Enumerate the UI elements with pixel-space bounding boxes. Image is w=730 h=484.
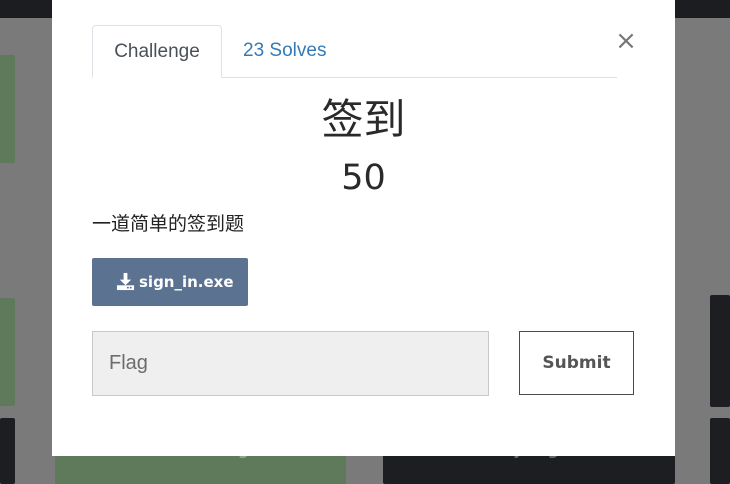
challenge-card[interactable] xyxy=(0,418,15,484)
close-icon: × xyxy=(615,26,637,56)
challenge-card[interactable] xyxy=(0,298,15,406)
flag-input[interactable] xyxy=(92,331,489,396)
challenge-title: 签到 xyxy=(321,95,406,144)
challenge-points: 50 xyxy=(341,158,386,198)
close-button[interactable]: × xyxy=(615,27,637,55)
download-file-button[interactable]: sign_in.exe xyxy=(92,258,248,306)
download-file-label: sign_in.exe xyxy=(139,273,234,291)
challenge-description: 一道简单的签到题 xyxy=(92,213,245,235)
modal-tabs: Challenge 23 Solves xyxy=(92,25,617,78)
submit-button[interactable]: Submit xyxy=(519,331,634,395)
challenge-card[interactable] xyxy=(710,418,730,484)
challenge-modal: Challenge 23 Solves × 签到 50 一道简单的签到题 sig… xyxy=(52,0,675,456)
challenge-card[interactable] xyxy=(0,55,15,163)
tab-challenge[interactable]: Challenge xyxy=(92,25,222,78)
download-icon xyxy=(116,272,135,291)
tab-solves[interactable]: 23 Solves xyxy=(243,25,326,77)
challenge-card[interactable] xyxy=(710,295,730,407)
